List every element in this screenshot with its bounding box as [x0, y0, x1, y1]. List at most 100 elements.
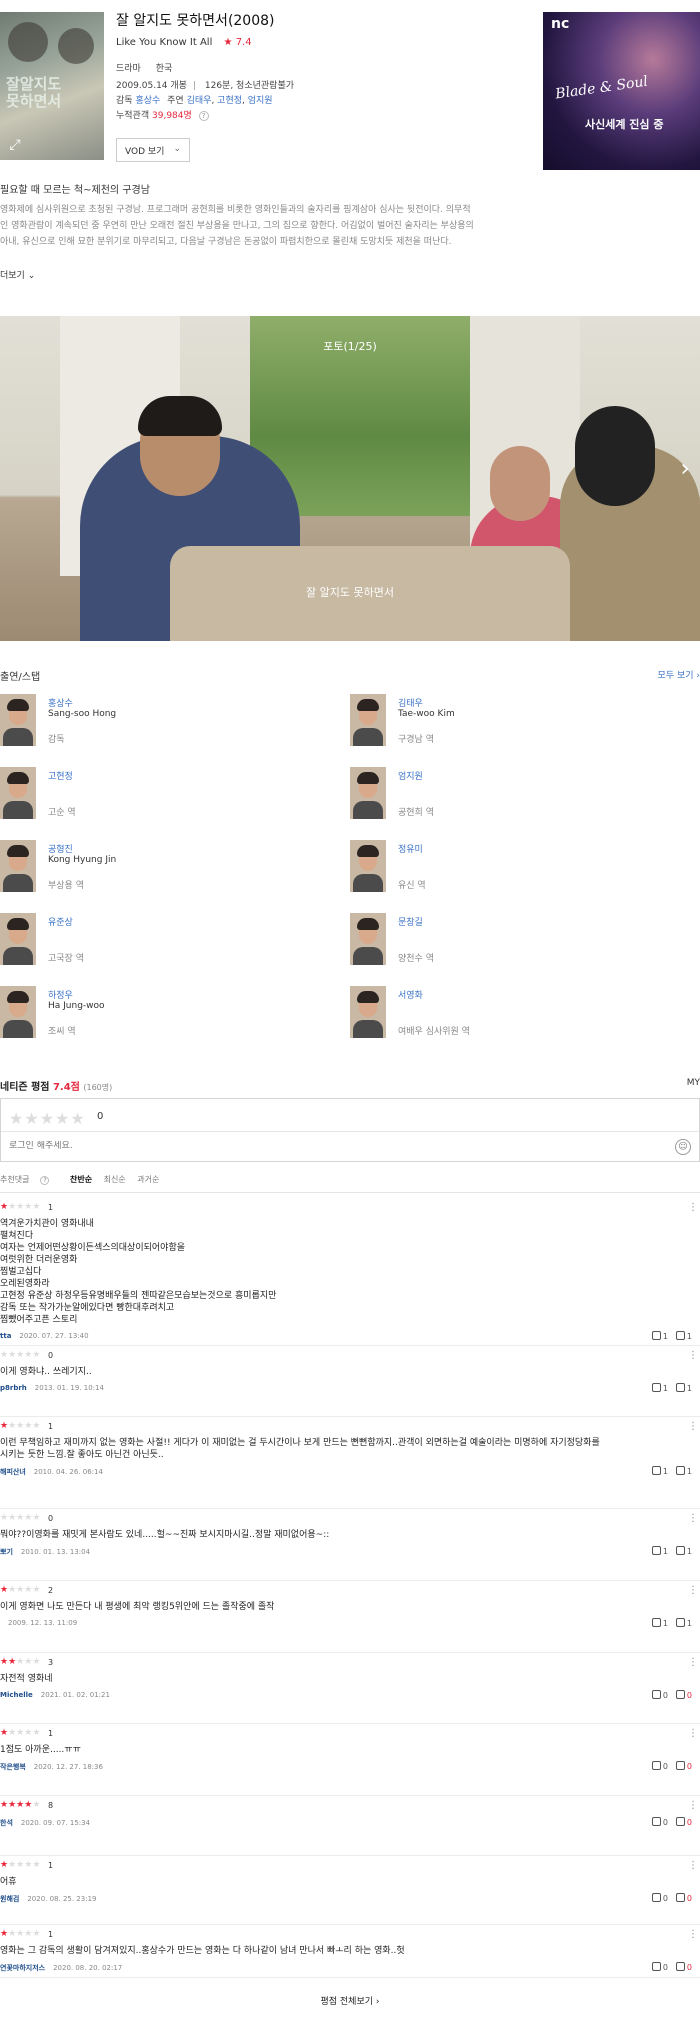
cast-item[interactable]: 하정우 Ha Jung-woo 조씨 역 — [0, 986, 340, 1042]
expand-icon[interactable]: ⤢ — [6, 136, 24, 154]
thumb-up-button[interactable]: 1 — [651, 1546, 676, 1556]
chevron-right-icon[interactable]: › — [680, 456, 690, 480]
thumb-down-button[interactable]: 0 — [675, 1817, 700, 1827]
thumb-up-button[interactable]: 0 — [651, 1893, 676, 1903]
review-author-name[interactable]: Michelle — [0, 1691, 33, 1699]
see-all-cast-link[interactable]: 모두 보기 › — [658, 668, 700, 681]
kebab-icon[interactable]: ⋮ — [688, 1728, 698, 1739]
cast-name[interactable]: 김태우 — [398, 696, 423, 709]
sort-past[interactable]: 과거순 — [137, 1175, 159, 1184]
thumb-down-button[interactable]: 1 — [675, 1466, 700, 1476]
cast-item[interactable]: 홍상수 Sang-soo Hong 감독 — [0, 694, 340, 750]
review-author[interactable]: 뽀기 2010. 01. 13. 13:04 — [0, 1547, 90, 1557]
rating-stars-input[interactable]: ★★★★★ — [9, 1109, 86, 1128]
review-author[interactable]: 2009. 12. 13. 11:09 — [0, 1619, 77, 1627]
review-author-name[interactable]: p8rbrh — [0, 1384, 27, 1392]
thumb-down-button[interactable]: 1 — [675, 1618, 700, 1628]
thumb-up-button[interactable]: 1 — [651, 1618, 676, 1628]
more-button[interactable]: 더보기 ⌄ — [0, 268, 35, 281]
sort-recommended[interactable]: 추천댓글? — [0, 1175, 58, 1185]
review-author[interactable]: Michelle 2021. 01. 02. 01:21 — [0, 1691, 110, 1699]
cast-name[interactable]: 고현정 — [48, 769, 73, 782]
review-author-name[interactable]: 원해검 — [0, 1895, 19, 1903]
photo-viewer[interactable]: 포토(1/25) 잘 알지도 못하면서 › — [0, 316, 700, 641]
cast-item[interactable]: 고현정 고순 역 — [0, 767, 340, 823]
kebab-icon[interactable]: ⋮ — [688, 1585, 698, 1596]
review-author-name[interactable]: 연꽃마하지저스 — [0, 1964, 45, 1972]
review-author[interactable]: 원해검 2020. 08. 25. 23:19 — [0, 1894, 96, 1904]
lead-link-2[interactable]: 고현정 — [217, 96, 242, 106]
review-author[interactable]: 연꽃마하지저스 2020. 08. 20. 02:17 — [0, 1963, 122, 1973]
thumb-down-button[interactable]: 0 — [675, 1761, 700, 1771]
cast-item[interactable]: 김태우 Tae-woo Kim 구경남 역 — [350, 694, 690, 750]
cast-item[interactable]: 서영화 여배우 심사위원 역 — [350, 986, 690, 1042]
thumb-up-button[interactable]: 1 — [651, 1466, 676, 1476]
review-author[interactable]: 작은행복 2020. 12. 27. 18:36 — [0, 1762, 103, 1772]
cast-name[interactable]: 정유미 — [398, 842, 423, 855]
thumb-up-button[interactable]: 0 — [651, 1962, 676, 1972]
thumb-down-button[interactable]: 0 — [675, 1962, 700, 1972]
kebab-icon[interactable]: ⋮ — [688, 1350, 698, 1361]
thumb-down-button[interactable]: 1 — [675, 1383, 700, 1393]
thumb-up-button[interactable]: 0 — [651, 1761, 676, 1771]
director-link[interactable]: 홍상수 — [135, 96, 160, 106]
review-author[interactable]: p8rbrh 2013. 01. 19. 10:14 — [0, 1384, 104, 1392]
emoji-icon[interactable]: ☺ — [675, 1139, 691, 1155]
thumb-up-button[interactable]: 0 — [651, 1690, 676, 1700]
lead-link-3[interactable]: 엄지원 — [248, 96, 273, 106]
thumb-up-button[interactable]: 0 — [651, 1817, 676, 1827]
kebab-icon[interactable]: ⋮ — [688, 1860, 698, 1871]
sort-pro-con[interactable]: 찬반순 — [70, 1175, 92, 1184]
cast-name[interactable]: 문창길 — [398, 915, 423, 928]
review-text: 이게 영화냐.. 쓰레기지.. — [0, 1367, 92, 1377]
thumb-down-button[interactable]: 0 — [675, 1893, 700, 1903]
cast-name[interactable]: 엄지원 — [398, 769, 423, 782]
kebab-icon[interactable]: ⋮ — [688, 1929, 698, 1940]
kebab-icon[interactable]: ⋮ — [688, 1202, 698, 1213]
all-reviews-button[interactable]: 평점 전체보기 › — [0, 1994, 700, 2007]
thumb-up-button[interactable]: 1 — [651, 1331, 676, 1341]
thumb-up-button[interactable]: 1 — [651, 1383, 676, 1393]
my-rating-link[interactable]: MY — [687, 1078, 700, 1088]
country: 한국 — [155, 64, 173, 74]
rating-star: ★ 7.4 — [223, 37, 252, 48]
review-author-name[interactable]: 작은행복 — [0, 1763, 26, 1771]
kebab-icon[interactable]: ⋮ — [688, 1421, 698, 1432]
review-date: 2010. 04. 26. 06:14 — [33, 1468, 103, 1476]
cast-item[interactable]: 유준상 고국장 역 — [0, 913, 340, 969]
thumb-up-icon — [651, 1962, 661, 1971]
cast-name[interactable]: 공형진 — [48, 842, 73, 855]
thumb-down-button[interactable]: 1 — [675, 1331, 700, 1341]
review-author-name[interactable]: 한석 — [0, 1819, 13, 1827]
review-author-name[interactable]: tta — [0, 1332, 11, 1340]
kebab-icon[interactable]: ⋮ — [688, 1657, 698, 1668]
cast-item[interactable]: 공형진 Kong Hyung Jin 부상용 역 — [0, 840, 340, 896]
cast-name[interactable]: 홍상수 — [48, 696, 73, 709]
review-stars: ★★★★★ — [0, 1421, 40, 1431]
ad-banner[interactable]: nc Blade & Soul 사신세계 진심 중 — [543, 12, 700, 170]
cast-item[interactable]: 정유미 유신 역 — [350, 840, 690, 896]
review-date: 2020. 12. 27. 18:36 — [33, 1763, 103, 1771]
cast-item[interactable]: 문창길 양천수 역 — [350, 913, 690, 969]
question-icon[interactable]: ? — [40, 1176, 50, 1185]
cast-name[interactable]: 하정우 — [48, 988, 73, 1001]
lead-link-1[interactable]: 김태우 — [187, 96, 212, 106]
review-author[interactable]: 한석 2020. 09. 07. 15:34 — [0, 1818, 90, 1828]
cast-name[interactable]: 서영화 — [398, 988, 423, 1001]
sort-latest[interactable]: 최신순 — [104, 1175, 126, 1184]
movie-poster[interactable]: 잘알지도 못하면서 ⤢ — [0, 12, 104, 160]
review-input[interactable] — [9, 1141, 609, 1151]
cast-name[interactable]: 유준상 — [48, 915, 73, 928]
vod-button[interactable]: VOD 보기 ⌄ — [116, 138, 190, 162]
review-author-name[interactable]: 뽀기 — [0, 1548, 13, 1556]
review-author[interactable]: tta 2020. 07. 27. 13:40 — [0, 1332, 89, 1340]
cast-item[interactable]: 엄지원 공현희 역 — [350, 767, 690, 823]
thumb-down-button[interactable]: 0 — [675, 1690, 700, 1700]
kebab-icon[interactable]: ⋮ — [688, 1513, 698, 1524]
review-author-name[interactable]: 해피산녀 — [0, 1468, 26, 1476]
question-icon[interactable]: ? — [198, 111, 209, 121]
kebab-icon[interactable]: ⋮ — [688, 1800, 698, 1811]
star-icon: ★ — [8, 1421, 17, 1431]
thumb-down-button[interactable]: 1 — [675, 1546, 700, 1556]
review-author[interactable]: 해피산녀 2010. 04. 26. 06:14 — [0, 1467, 103, 1477]
